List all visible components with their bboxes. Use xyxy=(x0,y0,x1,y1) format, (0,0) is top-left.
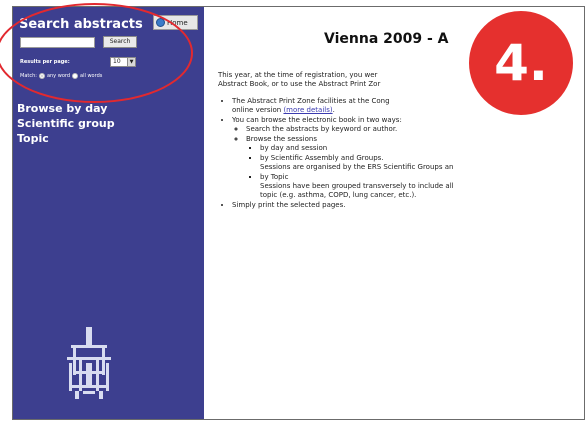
highlight-circle xyxy=(0,3,193,103)
step-badge: 4. xyxy=(466,8,576,118)
sub-by-assembly-desc: Sessions are organised by the ERS Scient… xyxy=(260,163,454,171)
nav-scientific-group[interactable]: Scientific group xyxy=(17,117,115,130)
browse-list: You can browse the electronic book in tw… xyxy=(218,116,584,200)
sub-browse-sessions: Browse the sessions by day and session b… xyxy=(246,135,584,200)
nav-browse-by-day[interactable]: Browse by day xyxy=(17,102,107,115)
intro-line-1: This year, at the time of registration, … xyxy=(218,71,378,79)
sub-by-topic: by Topic Sessions have been grouped tran… xyxy=(260,173,584,200)
sub-by-assembly-text: by Scientific Assembly and Groups. xyxy=(260,154,384,162)
sessions-sublist: by day and session by Scientific Assembl… xyxy=(246,144,584,200)
print-list: Simply print the selected pages. xyxy=(218,201,584,210)
ers-lung-logo-icon xyxy=(67,327,111,399)
intro-line-2: Abstract Book, or to use the Abstract Pr… xyxy=(218,80,381,88)
more-details-link[interactable]: (more details) xyxy=(283,106,332,114)
bullet-online-version-text: online version xyxy=(232,106,282,114)
nav-topic[interactable]: Topic xyxy=(17,132,49,145)
sub-search: Search the abstracts by keyword or autho… xyxy=(246,125,584,134)
bullet-print: Simply print the selected pages. xyxy=(232,201,584,210)
bullet-browse-text: You can browse the electronic book in tw… xyxy=(232,116,402,124)
browse-sublist: Search the abstracts by keyword or autho… xyxy=(232,125,584,200)
bullet-print-zone-text: The Abstract Print Zone facilities at th… xyxy=(232,97,390,105)
bullet-browse: You can browse the electronic book in tw… xyxy=(232,116,584,200)
sub-by-assembly: by Scientific Assembly and Groups. Sessi… xyxy=(260,154,584,172)
page-title: Vienna 2009 - A xyxy=(324,31,449,47)
sub-by-topic-text: by Topic xyxy=(260,173,289,181)
sub-by-topic-desc-2: topic (e.g. asthma, COPD, lung cancer, e… xyxy=(260,191,417,199)
sub-by-topic-desc-1: Sessions have been grouped transversely … xyxy=(260,182,454,190)
sub-by-day: by day and session xyxy=(260,144,584,153)
sub-browse-sessions-text: Browse the sessions xyxy=(246,135,317,143)
